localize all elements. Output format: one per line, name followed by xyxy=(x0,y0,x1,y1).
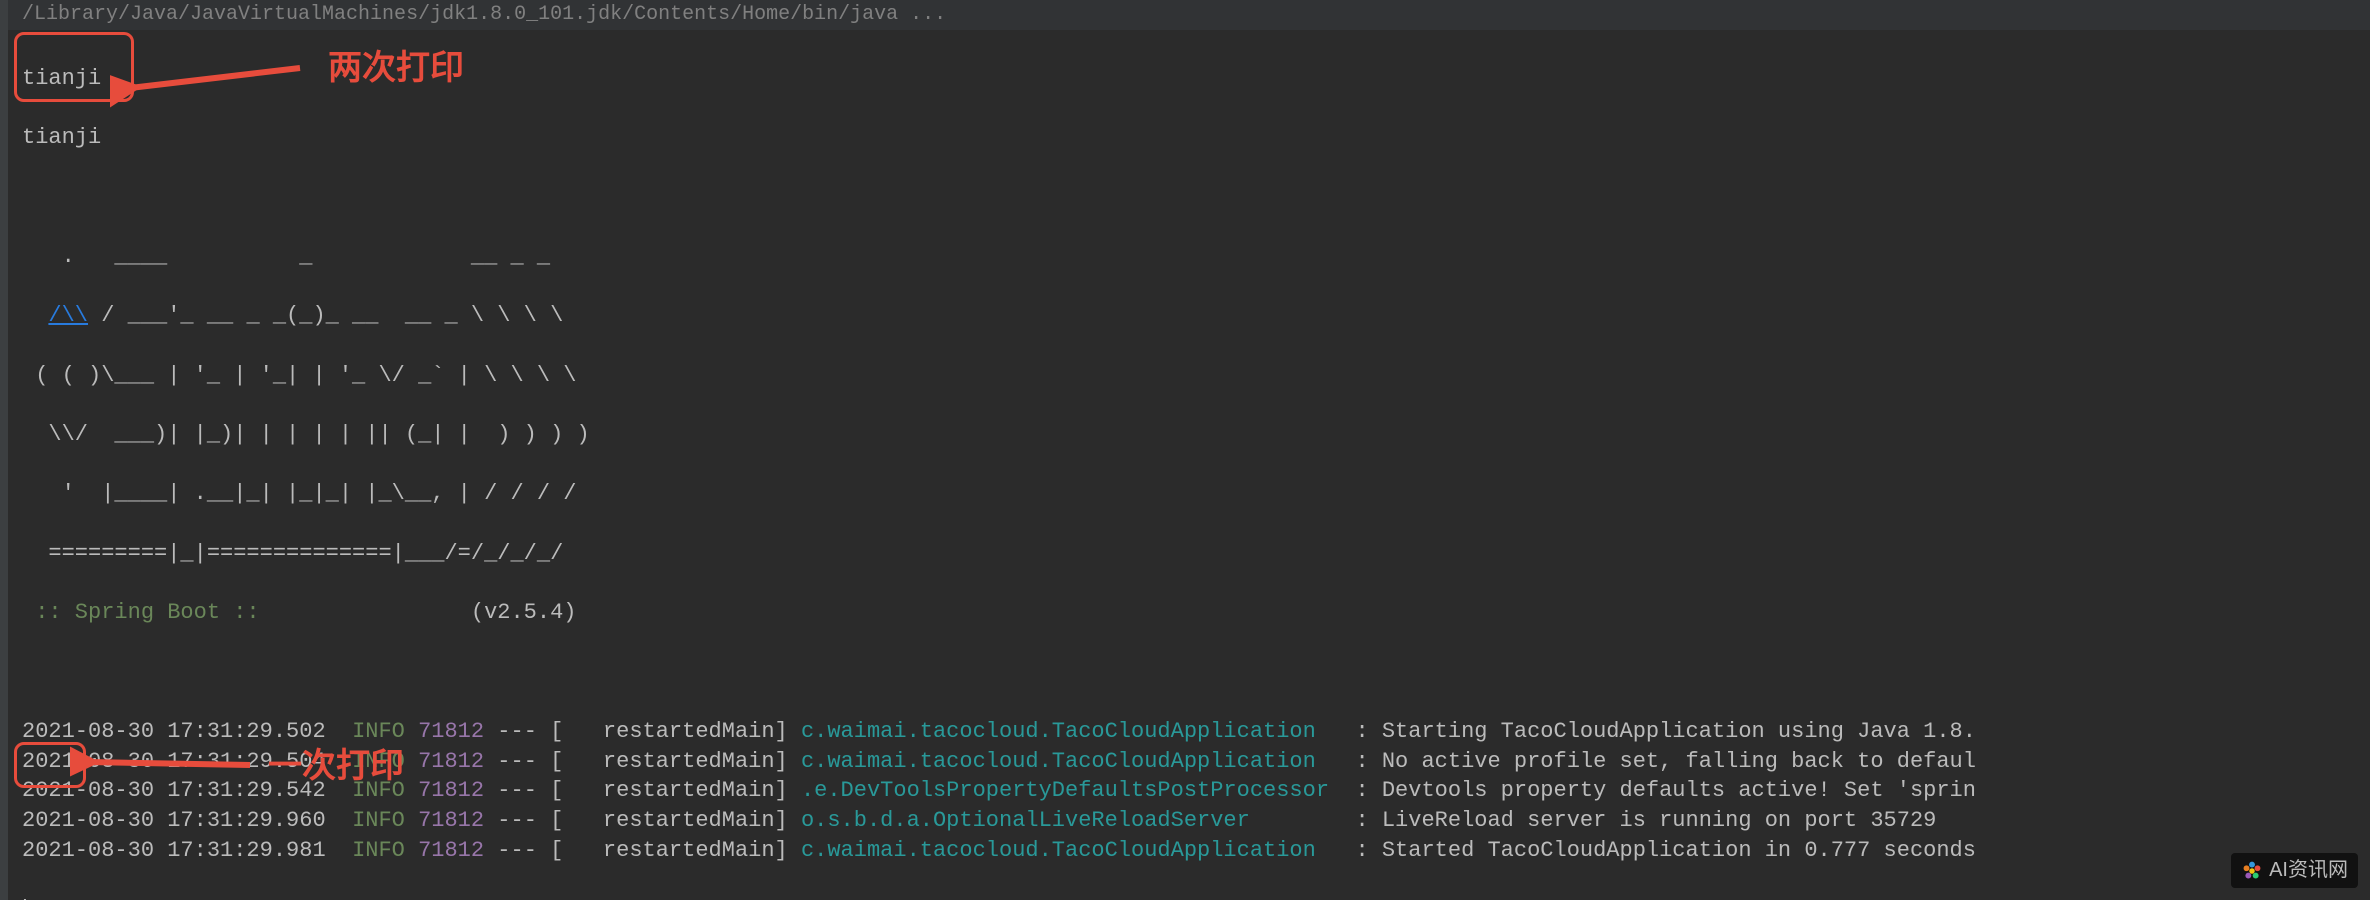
ascii-suffix: / ___'_ __ _ _(_)_ __ __ _ \ \ \ \ xyxy=(88,303,563,328)
spring-boot-banner: :: Spring Boot :: (v2.5.4) xyxy=(22,598,2348,628)
watermark-badge: AI资讯网 xyxy=(2231,853,2358,888)
ascii-art-line: ( ( )\___ | '_ | '_| | '_ \/ _` | \ \ \ … xyxy=(22,361,2348,391)
ascii-art-line: =========|_|==============|___/=/_/_/_/ xyxy=(22,539,2348,569)
flower-icon xyxy=(2241,860,2263,882)
spring-boot-label: :: Spring Boot :: xyxy=(22,600,273,625)
log-lines-container: 2021-08-30 17:31:29.502 INFO 71812 --- [… xyxy=(22,717,2348,865)
editor-gutter xyxy=(0,0,8,900)
log-line: 2021-08-30 17:31:29.504 INFO 71812 --- [… xyxy=(22,747,2348,777)
log-line: 2021-08-30 17:31:29.981 INFO 71812 --- [… xyxy=(22,836,2348,866)
ascii-art-line: \\/ ___)| |_)| | | | | || (_| | ) ) ) ) xyxy=(22,420,2348,450)
stdout-line: hsx xyxy=(22,895,2348,900)
stdout-line: tianji xyxy=(22,123,2348,153)
log-line: 2021-08-30 17:31:29.542 INFO 71812 --- [… xyxy=(22,776,2348,806)
spring-boot-version: (v2.5.4) xyxy=(273,600,577,625)
watermark-text: AI资讯网 xyxy=(2269,857,2348,884)
console-output[interactable]: tianji tianji . ____ _ __ _ _ /\\ / ___'… xyxy=(0,30,2370,900)
ascii-art-line: ' |____| .__|_| |_|_| |_\__, | / / / / xyxy=(22,479,2348,509)
ascii-prefix xyxy=(22,303,48,328)
blank-line xyxy=(22,182,2348,212)
ascii-link[interactable]: /\\ xyxy=(48,303,88,328)
log-line: 2021-08-30 17:31:29.960 INFO 71812 --- [… xyxy=(22,806,2348,836)
log-line: 2021-08-30 17:31:29.502 INFO 71812 --- [… xyxy=(22,717,2348,747)
run-command-header: /Library/Java/JavaVirtualMachines/jdk1.8… xyxy=(0,0,2370,30)
ascii-art-line: /\\ / ___'_ __ _ _(_)_ __ __ _ \ \ \ \ xyxy=(22,301,2348,331)
ascii-art-line: . ____ _ __ _ _ xyxy=(22,242,2348,272)
stdout-line: tianji xyxy=(22,64,2348,94)
blank-line xyxy=(22,657,2348,687)
